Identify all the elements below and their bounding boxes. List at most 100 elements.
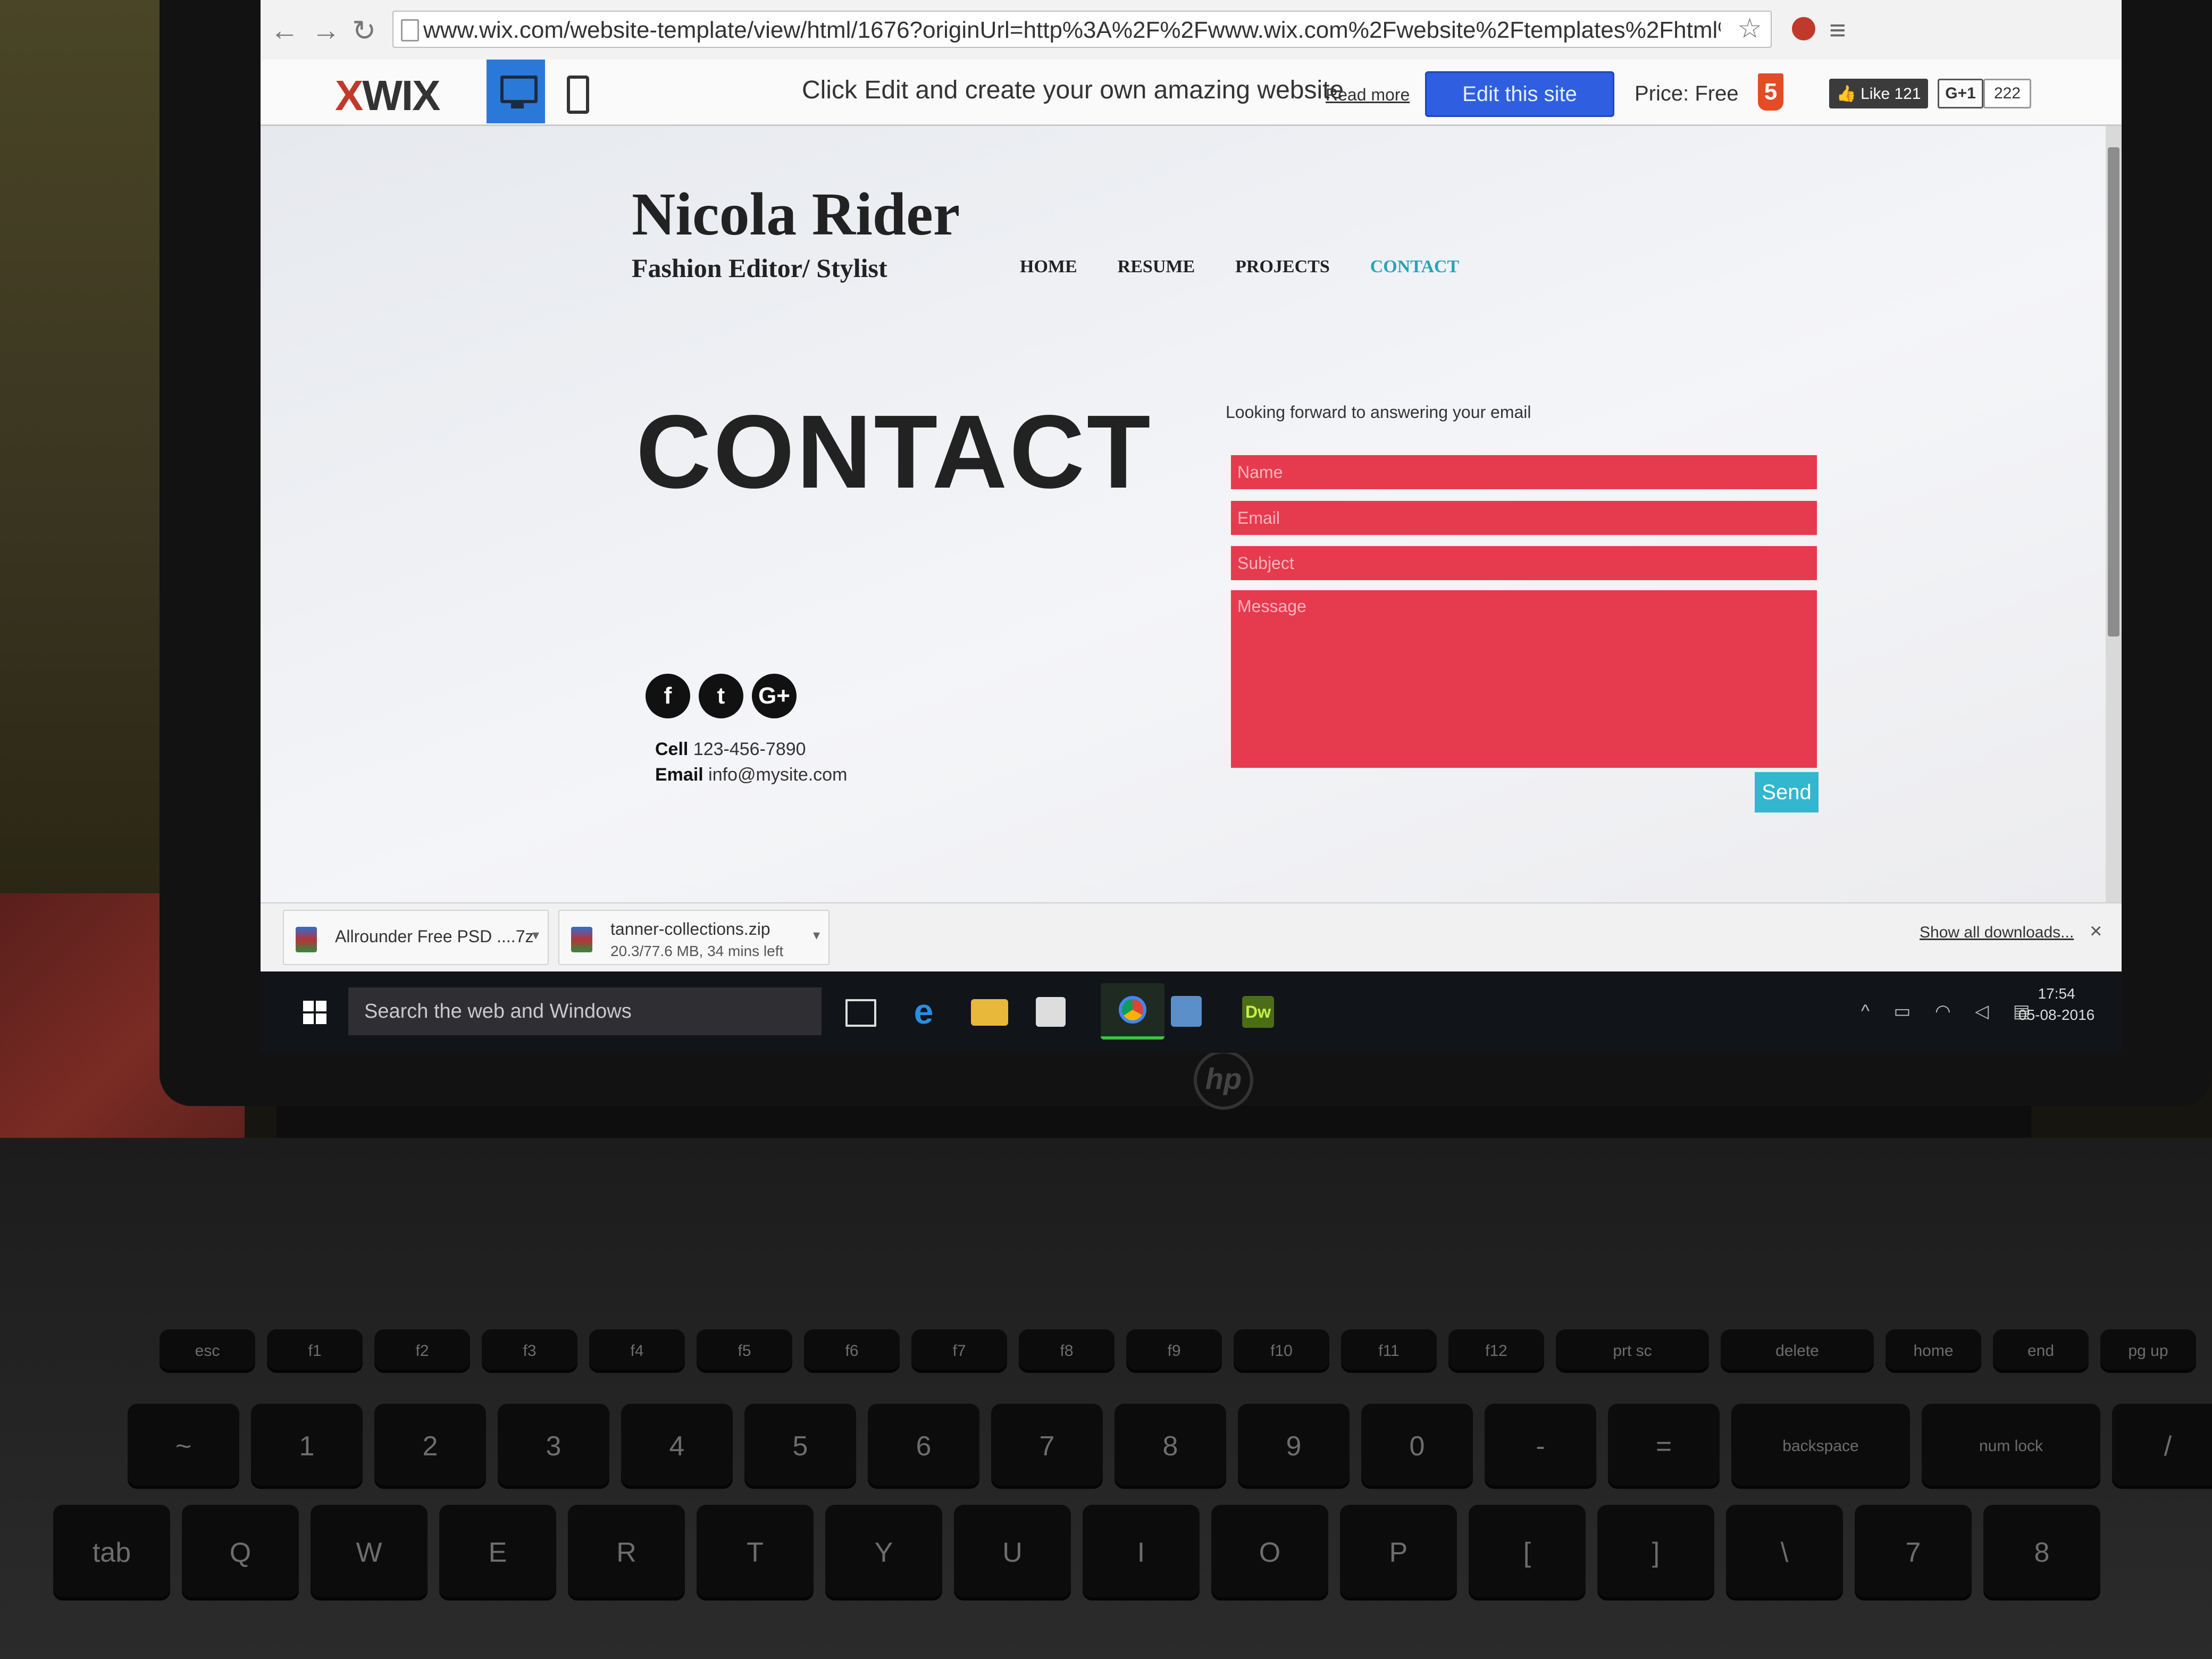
url-text[interactable]: www.wix.com/website-template/view/html/1… [423, 17, 1721, 44]
keyboard-key: pg up [2100, 1329, 2196, 1373]
read-more-link[interactable]: Read more [1326, 85, 1410, 105]
keyboard-key: 4 [621, 1404, 733, 1489]
windows-taskbar: Search the web and Windows e Dw ^ ▭ ◠ ◁ … [261, 971, 2122, 1053]
desktop-view-button[interactable] [487, 60, 545, 123]
hp-logo: hp [1194, 1050, 1253, 1110]
keyboard-key: f6 [804, 1329, 900, 1373]
cell-line: Cell 123-456-7890 [655, 736, 847, 762]
nav-home[interactable]: HOME [1020, 257, 1077, 277]
laptop-screen: ← → ↻ www.wix.com/website-template/view/… [261, 0, 2122, 1053]
address-bar[interactable]: www.wix.com/website-template/view/html/1… [392, 11, 1772, 48]
message-field[interactable]: Message [1229, 589, 1819, 769]
contact-info: Cell 123-456-7890 Email info@mysite.com [655, 736, 847, 787]
browser-menu-icon[interactable]: ≡ [1829, 14, 1846, 47]
edge-icon[interactable]: e [905, 992, 942, 1031]
keyboard-key: [ [1469, 1505, 1586, 1601]
social-links: f t G+ [646, 674, 797, 718]
keyboard-key: f5 [697, 1329, 792, 1373]
keyboard-key: esc [160, 1329, 255, 1373]
chevron-down-icon[interactable]: ▾ [813, 927, 820, 943]
keyboard-key: R [568, 1505, 685, 1601]
keyboard-key: ~ [128, 1404, 239, 1489]
keyboard-key: f2 [374, 1329, 470, 1373]
forward-icon[interactable]: → [312, 14, 340, 47]
form-lead-text: Looking forward to answering your email [1226, 403, 1531, 422]
keyboard-key: f9 [1126, 1329, 1222, 1373]
email-field[interactable]: Email [1229, 499, 1819, 537]
keyboard: esc f1 f2 f3 f4 f5 f6 f7 f8 f9 f10 f11 f12 prt sc dele… [0, 1329, 2212, 1659]
page-scrollbar[interactable] [2106, 126, 2122, 902]
download-name: tanner-collections.zip [610, 919, 770, 939]
subject-field[interactable]: Subject [1229, 544, 1819, 582]
download-status: 20.3/77.6 MB, 34 mins left [610, 943, 784, 959]
clock-time: 17:54 [2038, 985, 2075, 1002]
keyboard-key: / [2112, 1404, 2212, 1489]
mobile-view-icon[interactable] [567, 76, 589, 114]
windows-start-icon[interactable] [303, 1001, 326, 1024]
keyboard-key: ] [1597, 1505, 1714, 1601]
nav-resume[interactable]: RESUME [1118, 257, 1195, 277]
site-title[interactable]: Nicola Rider [632, 179, 960, 249]
nav-contact[interactable]: CONTACT [1370, 257, 1460, 277]
send-button[interactable]: Send [1755, 772, 1819, 812]
keyboard-key: 0 [1361, 1404, 1473, 1489]
chrome-icon[interactable] [1101, 983, 1164, 1040]
website-page: Nicola Rider Fashion Editor/ Stylist HOM… [261, 126, 2106, 902]
nav-projects[interactable]: PROJECTS [1235, 257, 1330, 277]
clock-date: 05-08-2016 [2018, 1007, 2095, 1023]
keyboard-key: U [954, 1505, 1071, 1601]
twitter-icon[interactable]: t [699, 674, 743, 718]
chevron-down-icon[interactable]: ▾ [532, 927, 539, 943]
name-field[interactable]: Name [1229, 454, 1819, 491]
back-icon[interactable]: ← [270, 14, 299, 47]
bookmark-star-icon[interactable]: ☆ [1737, 13, 1762, 45]
taskbar-search-input[interactable]: Search the web and Windows [348, 987, 822, 1035]
dreamweaver-icon[interactable]: Dw [1242, 996, 1274, 1028]
reload-icon[interactable]: ↻ [352, 14, 376, 47]
keyboard-key: 7 [1855, 1505, 1972, 1601]
keyboard-key: 8 [1983, 1505, 2100, 1601]
task-view-icon[interactable] [845, 999, 876, 1027]
facebook-like-button[interactable]: 👍 Like 121 [1829, 79, 1928, 108]
keyboard-key: 8 [1115, 1404, 1226, 1489]
site-subtitle: Fashion Editor/ Stylist [632, 253, 887, 283]
keyboard-key: f1 [267, 1329, 363, 1373]
system-tray-icons[interactable]: ^ ▭ ◠ ◁ ▤ [1861, 1001, 2040, 1022]
keyboard-key: 6 [868, 1404, 979, 1489]
page-icon [401, 19, 419, 41]
scrollbar-thumb[interactable] [2108, 147, 2119, 636]
email-value[interactable]: info@mysite.com [708, 765, 847, 785]
archive-icon [571, 927, 592, 952]
google-plus-button[interactable]: G+1 [1938, 79, 1983, 108]
keyboard-key: E [439, 1505, 556, 1601]
keyboard-key: f11 [1341, 1329, 1437, 1373]
image-viewer-icon[interactable] [1171, 996, 1202, 1027]
taskbar-clock[interactable]: 17:54 05-08-2016 [2018, 983, 2094, 1026]
monitor-icon [500, 76, 538, 103]
download-item[interactable]: Allrounder Free PSD ....7z ▾ [283, 910, 549, 965]
browser-toolbar: ← → ↻ www.wix.com/website-template/view/… [261, 0, 2122, 61]
keyboard-key: num lock [1922, 1404, 2100, 1489]
keyboard-key: end [1993, 1329, 2089, 1373]
store-icon[interactable] [1036, 997, 1066, 1027]
keyboard-key: delete [1721, 1329, 1874, 1373]
google-plus-icon[interactable]: G+ [752, 674, 797, 718]
cell-value: 123-456-7890 [693, 739, 806, 759]
cell-label: Cell [655, 739, 689, 759]
wix-logo[interactable]: XWIX [335, 71, 440, 120]
keyboard-key: O [1211, 1505, 1328, 1601]
file-explorer-icon[interactable] [971, 999, 1008, 1026]
download-item[interactable]: tanner-collections.zip 20.3/77.6 MB, 34 … [558, 910, 830, 965]
keyboard-key: 5 [744, 1404, 856, 1489]
show-all-downloads-link[interactable]: Show all downloads... [1920, 924, 2074, 942]
price-label: Price: Free [1635, 82, 1739, 105]
wix-logo-text: WIX [362, 72, 440, 119]
promo-text: Click Edit and create your own amazing w… [802, 76, 1344, 104]
google-plus-count: 222 [1983, 79, 2031, 108]
edit-this-site-button[interactable]: Edit this site [1425, 71, 1614, 117]
keyboard-key: backspace [1731, 1404, 1910, 1489]
extension-icon[interactable] [1792, 17, 1815, 40]
facebook-icon[interactable]: f [646, 674, 690, 718]
close-icon[interactable]: × [2090, 919, 2102, 943]
wix-logo-x: X [335, 72, 363, 119]
